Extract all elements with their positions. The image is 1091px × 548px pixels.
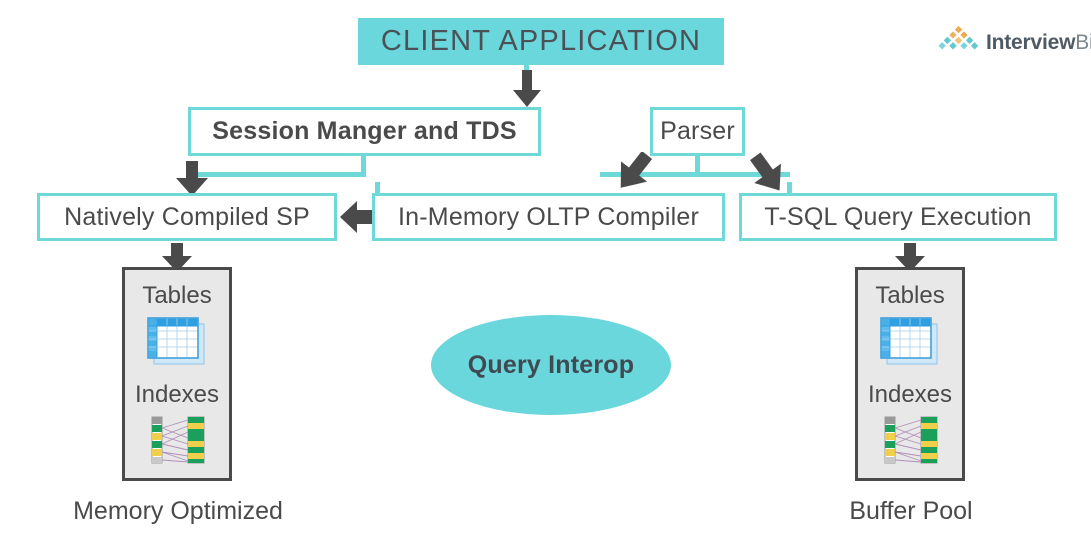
node-client-application-label: CLIENT APPLICATION: [380, 25, 702, 57]
interviewbit-triangle-logo-icon: [938, 25, 979, 59]
interviewbit-logo[interactable]: InterviewBit: [938, 25, 1091, 59]
node-parser-label: Parser: [660, 117, 735, 145]
index-map-icon: [146, 415, 208, 470]
storage-right-tables-label: Tables: [875, 282, 945, 309]
node-natively-compiled-sp[interactable]: Natively Compiled SP: [37, 193, 337, 241]
arrow-session-to-natively-compiled-sp: [176, 161, 208, 196]
storage-panel-memory-optimized: Tables Indexes: [122, 267, 232, 481]
arrow-oltp-compiler-to-natively-compiled-sp: [340, 201, 375, 233]
node-session-manager[interactable]: Session Manger and TDS: [188, 107, 541, 156]
logo-name-light: Bit: [1075, 30, 1091, 54]
arrow-parser-to-tsql-execution: [750, 152, 781, 191]
diagram-canvas: CLIENT APPLICATION Session Manger and TD…: [0, 0, 1091, 548]
node-tsql-query-execution[interactable]: T-SQL Query Execution: [739, 193, 1057, 241]
storage-panel-buffer-pool: Tables Indexes: [855, 267, 965, 481]
storage-right-indexes-label: Indexes: [867, 381, 953, 408]
node-client-application[interactable]: CLIENT APPLICATION: [358, 18, 724, 65]
node-natively-compiled-sp-label: Natively Compiled SP: [64, 202, 310, 231]
caption-buffer-pool: Buffer Pool: [849, 497, 973, 525]
arrow-parser-to-oltp-compiler: [620, 152, 653, 188]
logo-name-bold: Interview: [986, 30, 1076, 54]
storage-left-indexes-label: Indexes: [134, 381, 220, 408]
node-in-memory-oltp-compiler-label: In-Memory OLTP Compiler: [398, 202, 699, 231]
storage-left-tables-label: Tables: [142, 282, 212, 309]
arrow-client-to-session: [513, 70, 541, 107]
node-query-interop-label: Query Interop: [467, 350, 635, 379]
caption-memory-optimized: Memory Optimized: [73, 497, 283, 525]
node-tsql-query-execution-label: T-SQL Query Execution: [764, 202, 1032, 231]
node-parser[interactable]: Parser: [650, 107, 745, 156]
interviewbit-wordmark: InterviewBit: [986, 31, 1091, 55]
connector-session-down: [361, 156, 366, 177]
node-query-interop[interactable]: Query Interop: [431, 315, 671, 415]
connector-session-bus: [188, 172, 366, 177]
table-grid-icon: [146, 316, 208, 373]
node-in-memory-oltp-compiler[interactable]: In-Memory OLTP Compiler: [372, 193, 725, 241]
index-map-icon: [879, 415, 941, 470]
node-session-manager-label: Session Manger and TDS: [212, 117, 517, 145]
table-grid-icon: [879, 316, 941, 373]
